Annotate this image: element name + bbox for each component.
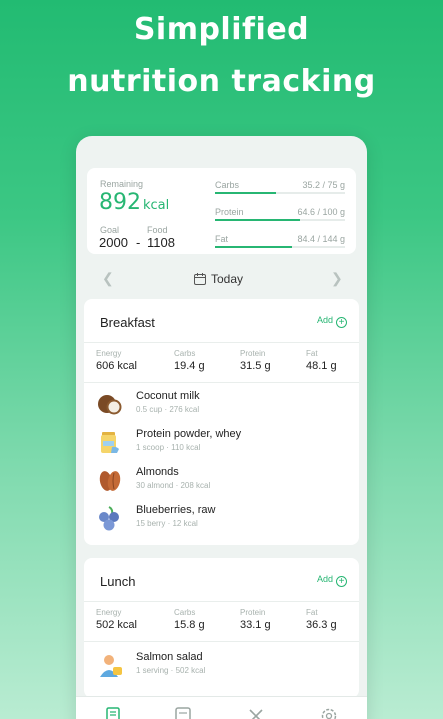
food-item[interactable]: Salmon salad 1 serving · 502 kcal — [96, 648, 346, 682]
remaining-value: 892 — [99, 190, 141, 215]
food-name: Coconut milk — [136, 390, 200, 402]
plus-icon: + — [336, 576, 347, 587]
divider — [84, 382, 359, 383]
divider — [84, 641, 359, 642]
nutrient-value: 19.4 g — [174, 360, 205, 372]
macro-progress-fill — [215, 246, 292, 248]
food-detail: 15 berry · 12 kcal — [136, 519, 198, 528]
plus-icon: + — [336, 317, 347, 328]
food-detail: 1 scoop · 110 kcal — [136, 443, 201, 452]
macro-value: 64.6 / 100 g — [297, 207, 345, 217]
nutrient-value: 36.3 g — [306, 619, 337, 631]
nutrient-fat: Fat 48.1 g — [306, 349, 337, 372]
macro-fat: Fat 84.4 / 144 g — [215, 234, 345, 252]
calendar-icon — [194, 273, 206, 285]
food-name: Blueberries, raw — [136, 504, 216, 516]
macro-progress-fill — [215, 192, 277, 194]
meal-card-breakfast: Breakfast Add + Energy 606 kcal Carbs 19.4 … — [84, 299, 359, 545]
food-name: Almonds — [136, 466, 179, 478]
protein-powder-icon — [101, 432, 119, 453]
macro-value: 35.2 / 75 g — [302, 180, 345, 190]
nutrient-label: Carbs — [174, 608, 196, 617]
nutrient-value: 31.5 g — [240, 360, 271, 372]
calorie-summary-card: Remaining 892 kcal Goal Food 2000 - 1108 … — [87, 168, 356, 254]
chevron-right-icon[interactable]: ❯ — [331, 270, 343, 287]
food-icon[interactable] — [173, 706, 193, 719]
macro-progress-fill — [215, 219, 300, 221]
nutrient-label: Energy — [96, 608, 122, 617]
nutrient-label: Protein — [240, 349, 266, 358]
divider — [84, 601, 359, 602]
macro-value: 84.4 / 144 g — [297, 234, 345, 244]
macro-progress-track — [215, 192, 345, 194]
nutrient-energy: Energy 502 kcal — [96, 608, 137, 631]
nutrient-carbs: Carbs 15.8 g — [174, 608, 205, 631]
meal-card-lunch: Lunch Add + Energy 502 kcal Carbs 15.8 g Pr… — [84, 558, 359, 698]
macro-progress-track — [215, 219, 345, 221]
macro-protein: Protein 64.6 / 100 g — [215, 207, 345, 225]
phone-screen: Remaining 892 kcal Goal Food 2000 - 1108 … — [76, 136, 367, 719]
food-item[interactable]: Protein powder, whey 1 scoop · 110 kcal — [96, 425, 346, 459]
date-navigator: ❮ Today ❯ — [76, 264, 367, 294]
remaining-calories: 892 kcal — [99, 190, 169, 215]
food-detail: 1 serving · 502 kcal — [136, 666, 206, 675]
macro-name: Carbs — [215, 180, 240, 190]
macro-name: Protein — [215, 207, 244, 217]
nutrient-value: 502 kcal — [96, 619, 137, 631]
food-value: 1108 — [147, 235, 175, 250]
nutrient-value: 15.8 g — [174, 619, 205, 631]
date-label: Today — [211, 272, 244, 286]
coconut-icon — [98, 395, 122, 415]
food-item[interactable]: Almonds 30 almond · 208 kcal — [96, 463, 346, 497]
nutrient-label: Fat — [306, 349, 318, 358]
goal-value: 2000 — [99, 235, 128, 250]
headline-line-2: nutrition tracking — [67, 64, 376, 99]
salmon-salad-icon — [100, 655, 122, 677]
settings-icon[interactable] — [319, 706, 339, 719]
diary-icon[interactable] — [103, 706, 123, 719]
food-label: Food — [147, 225, 168, 235]
macro-name: Fat — [215, 234, 229, 244]
meal-title: Lunch — [100, 574, 136, 589]
remaining-label: Remaining — [100, 179, 144, 189]
food-detail: 30 almond · 208 kcal — [136, 481, 211, 490]
headline-line-1: Simplified — [133, 12, 310, 47]
food-name: Protein powder, whey — [136, 428, 242, 440]
nutrient-energy: Energy 606 kcal — [96, 349, 137, 372]
date-selector[interactable]: Today — [194, 272, 243, 286]
nutrient-protein: Protein 33.1 g — [240, 608, 271, 631]
nutrient-value: 606 kcal — [96, 360, 137, 372]
add-food-button[interactable]: Add + — [317, 574, 347, 587]
macro-progress-track — [215, 246, 345, 248]
goal-food-separator: - — [136, 235, 141, 250]
bottom-tab-bar — [76, 696, 367, 719]
add-food-button[interactable]: Add + — [317, 315, 347, 328]
macro-carbs: Carbs 35.2 / 75 g — [215, 180, 345, 198]
goal-label: Goal — [100, 225, 120, 235]
recipes-icon[interactable] — [246, 706, 266, 719]
chevron-left-icon[interactable]: ❮ — [102, 270, 114, 287]
nutrient-carbs: Carbs 19.4 g — [174, 349, 205, 372]
food-name: Salmon salad — [136, 651, 203, 663]
nutrient-value: 48.1 g — [306, 360, 337, 372]
food-detail: 0.5 cup · 276 kcal — [136, 405, 200, 414]
nutrient-label: Fat — [306, 608, 318, 617]
food-item[interactable]: Blueberries, raw 15 berry · 12 kcal — [96, 501, 346, 535]
meal-title: Breakfast — [100, 315, 155, 330]
nutrient-protein: Protein 31.5 g — [240, 349, 271, 372]
add-label: Add — [316, 574, 333, 584]
nutrient-fat: Fat 36.3 g — [306, 608, 337, 631]
blueberry-icon — [99, 506, 119, 531]
add-label: Add — [316, 315, 333, 325]
nutrient-label: Carbs — [174, 349, 196, 358]
nutrient-label: Energy — [96, 349, 122, 358]
nutrient-value: 33.1 g — [240, 619, 271, 631]
food-item[interactable]: Coconut milk 0.5 cup · 276 kcal — [96, 387, 346, 421]
almond-icon — [99, 471, 121, 491]
remaining-unit: kcal — [143, 198, 170, 213]
nutrient-label: Protein — [240, 608, 266, 617]
divider — [84, 342, 359, 343]
